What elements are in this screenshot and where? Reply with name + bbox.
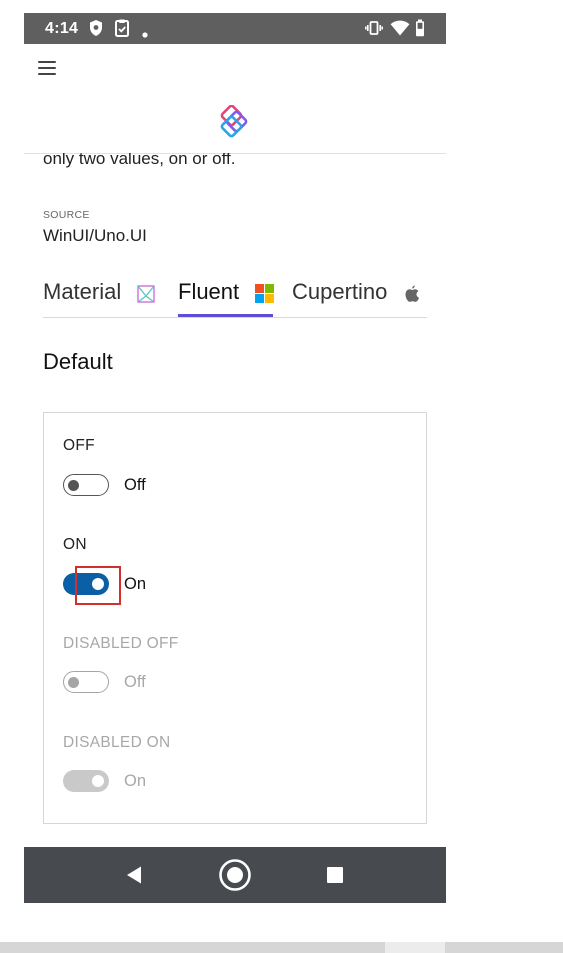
app-bar [24,44,446,154]
apple-logo-icon [404,283,420,309]
status-time: 4:14 [45,20,79,37]
clipboard-icon [114,19,130,42]
section-title: Default [43,349,113,374]
home-circle-icon[interactable] [216,847,254,903]
vibrate-icon [365,19,383,42]
tab-material[interactable]: Material [43,277,156,317]
tab-cupertino[interactable]: Cupertino [292,277,420,317]
source-label: SOURCE [43,209,90,221]
content-scroll-area[interactable]: only two values, on or off. SOURCE WinUI… [24,153,446,847]
toggle-switch-disabled-off [63,671,109,693]
toggle-knob [68,479,79,491]
battery-icon [415,19,425,42]
design-system-tabs: Material Fluent Cupertino [43,277,427,318]
system-nav-bar [24,847,446,903]
toggle-disabled-on-header: DISABLED ON [63,734,171,751]
toggle-on-header: ON [63,536,87,553]
toggle-switch-disabled-on [63,770,109,792]
toggle-on-state-label: On [124,575,147,593]
dot-icon [142,25,148,43]
hamburger-icon[interactable] [38,61,56,75]
toggle-disabled-off-header: DISABLED OFF [63,635,179,652]
back-triangle-icon[interactable] [116,847,152,903]
toggle-knob [92,775,104,787]
bottom-strip-segment [385,942,445,953]
toggle-disabled-on-state-label: On [124,772,147,790]
bottom-strip [0,942,563,953]
toggle-examples-card: OFF Off ON On DISABLED OFF Off DISABLED … [43,412,427,824]
material-logo-icon [137,283,156,309]
tab-fluent[interactable]: Fluent [178,277,275,317]
uno-platform-logo-icon [215,104,253,143]
tab-material-label: Material [43,279,122,304]
tab-cupertino-label: Cupertino [292,279,388,304]
description-text: only two values, on or off. [43,153,236,168]
toggle-knob [68,676,79,688]
toggle-switch-off[interactable] [63,474,109,496]
highlight-box [75,566,121,605]
active-tab-indicator [178,314,273,317]
phone-screen: 4:14 only two values, on or off. SOURCE … [24,13,446,903]
recents-square-icon[interactable] [318,847,352,903]
windows-logo-icon [255,283,275,309]
toggle-off-header: OFF [63,437,95,454]
shield-icon [88,19,104,42]
toggle-disabled-off-state-label: Off [124,673,146,691]
status-bar: 4:14 [24,13,446,44]
toggle-off-state-label: Off [124,476,146,494]
tab-fluent-label: Fluent [178,279,240,304]
wifi-icon [390,19,410,42]
source-value: WinUI/Uno.UI [43,226,147,245]
